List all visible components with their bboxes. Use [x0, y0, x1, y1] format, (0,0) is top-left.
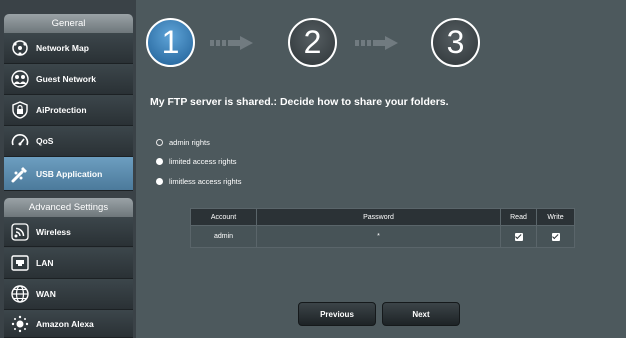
main-content: 1 2 3 My FTP server is shared.: Decide h…: [136, 0, 626, 338]
sidebar-item-network-map[interactable]: Network Map: [4, 33, 133, 64]
speedometer-icon: [11, 134, 29, 146]
option-label: limited access rights: [169, 157, 237, 166]
sidebar-item-label: Amazon Alexa: [36, 318, 94, 329]
sidebar-item-aiprotection[interactable]: AiProtection: [4, 95, 133, 126]
alexa-icon: [11, 315, 29, 332]
write-cell: [536, 225, 575, 248]
network-map-icon: [12, 40, 28, 56]
next-button[interactable]: Next: [382, 302, 460, 326]
sidebar-item-qos[interactable]: QoS: [4, 126, 133, 157]
shield-lock-icon: [12, 101, 28, 119]
sidebar-item-label: LAN: [36, 258, 54, 268]
column-header-password: Password: [256, 208, 501, 226]
table-header-row: Account Password Read Write: [190, 208, 575, 226]
password-cell: *: [256, 225, 501, 248]
previous-button[interactable]: Previous: [298, 302, 376, 326]
sidebar-item-label: QoS: [36, 136, 54, 146]
guest-network-icon: [11, 70, 29, 88]
read-cell: [500, 225, 537, 248]
column-header-account: Account: [190, 208, 257, 226]
read-checkbox[interactable]: [514, 232, 523, 241]
step-arrow-icon: [355, 36, 398, 50]
sidebar-item-label: USB Application: [36, 168, 103, 179]
usb-application-icon: [11, 166, 27, 182]
sidebar-item-label: WAN: [36, 289, 56, 299]
table-row: admin *: [190, 225, 575, 248]
sidebar-item-amazon-alexa[interactable]: Amazon Alexa: [4, 310, 133, 338]
step-arrow-icon: [210, 36, 253, 50]
option-limitless-access-rights[interactable]: limitless access rights: [156, 177, 242, 186]
option-admin-rights[interactable]: admin rights: [156, 138, 210, 147]
wizard-step-3: 3: [431, 18, 480, 67]
option-label: admin rights: [169, 138, 210, 147]
sidebar-item-usb-application[interactable]: USB Application: [4, 157, 133, 191]
sidebar-item-label: Wireless: [36, 226, 71, 237]
write-checkbox[interactable]: [551, 232, 560, 241]
column-header-write: Write: [536, 208, 575, 226]
sidebar: General Network Map Guest Network AiProt…: [0, 0, 136, 338]
sidebar-item-guest-network[interactable]: Guest Network: [4, 64, 133, 95]
accounts-table: Account Password Read Write admin *: [190, 208, 575, 248]
wizard-step-1: 1: [146, 18, 195, 67]
sidebar-general-header: General: [4, 14, 133, 33]
wizard-step-2: 2: [288, 18, 337, 67]
radio-button-selected[interactable]: [156, 139, 163, 146]
radio-button[interactable]: [156, 158, 163, 165]
option-label: limitless access rights: [169, 177, 242, 186]
wireless-icon: [11, 222, 29, 241]
lan-port-icon: [11, 255, 29, 271]
sidebar-item-lan[interactable]: LAN: [4, 248, 133, 279]
radio-button[interactable]: [156, 178, 163, 185]
sidebar-item-label: AiProtection: [36, 105, 87, 115]
option-limited-access-rights[interactable]: limited access rights: [156, 157, 237, 166]
sidebar-item-wireless[interactable]: Wireless: [4, 217, 133, 247]
page-headline: My FTP server is shared.: Decide how to …: [150, 96, 449, 108]
sidebar-item-label: Network Map: [36, 43, 89, 53]
column-header-read: Read: [500, 208, 537, 226]
sidebar-advanced-header: Advanced Settings: [4, 198, 133, 217]
account-cell: admin: [190, 225, 257, 248]
sidebar-item-label: Guest Network: [36, 74, 96, 84]
sidebar-item-wan[interactable]: WAN: [4, 279, 133, 310]
globe-icon: [11, 285, 29, 303]
